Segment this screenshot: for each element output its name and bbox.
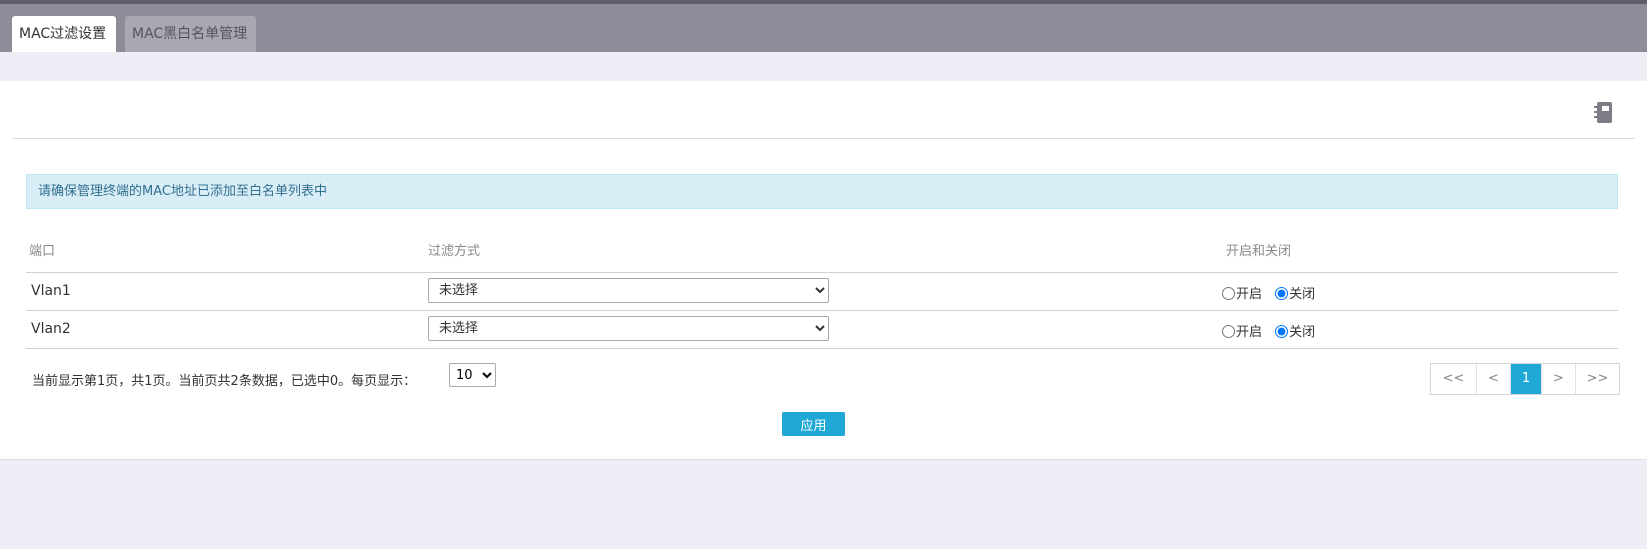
pagination-info: 当前显示第1页，共1页。当前页共2条数据，已选中0。每页显示：	[32, 374, 417, 389]
table-bottom-divider	[26, 348, 1618, 349]
table-header-divider	[26, 272, 1618, 273]
page-size-select[interactable]: 10	[449, 363, 496, 387]
pager-current-page[interactable]: 1	[1510, 364, 1541, 394]
row-vlan1-toggle: 开启 关闭	[1222, 283, 1315, 302]
row-vlan2-on-radio[interactable]: 开启	[1222, 325, 1262, 340]
column-header-port: 端口	[29, 244, 56, 259]
main-panel: 请确保管理终端的MAC地址已添加至白名单列表中 端口 过滤方式 开启和关闭 Vl…	[0, 81, 1647, 460]
row-vlan2-port: Vlan2	[31, 321, 71, 337]
apply-button[interactable]: 应用	[782, 412, 845, 436]
info-alert: 请确保管理终端的MAC地址已添加至白名单列表中	[26, 174, 1618, 209]
row-vlan1-on-radio[interactable]: 开启	[1222, 287, 1262, 302]
header-divider	[12, 138, 1635, 139]
tab-bar: MAC过滤设置 MAC黑白名单管理	[0, 4, 1647, 52]
tab-mac-blacklist-whitelist[interactable]: MAC黑白名单管理	[125, 16, 256, 52]
notebook-icon[interactable]	[1593, 101, 1615, 125]
pagination: << < 1 > >>	[1430, 363, 1620, 395]
row-divider	[26, 310, 1618, 311]
row-vlan1-port: Vlan1	[31, 283, 71, 299]
column-header-filter-mode: 过滤方式	[428, 244, 481, 259]
pager-prev-button[interactable]: <	[1476, 364, 1510, 394]
tab-mac-filter-settings[interactable]: MAC过滤设置	[12, 16, 116, 52]
pager-next-button[interactable]: >	[1541, 364, 1575, 394]
row-vlan1-off-radio[interactable]: 关闭	[1275, 287, 1315, 302]
column-header-on-off: 开启和关闭	[1226, 244, 1292, 259]
row-vlan2-off-radio[interactable]: 关闭	[1275, 325, 1315, 340]
row-vlan2-filter-select[interactable]: 未选择	[428, 316, 829, 341]
pager-last-button[interactable]: >>	[1575, 364, 1619, 394]
row-vlan2-toggle: 开启 关闭	[1222, 321, 1315, 340]
row-vlan1-filter-select[interactable]: 未选择	[428, 278, 829, 303]
pager-first-button[interactable]: <<	[1431, 364, 1476, 394]
